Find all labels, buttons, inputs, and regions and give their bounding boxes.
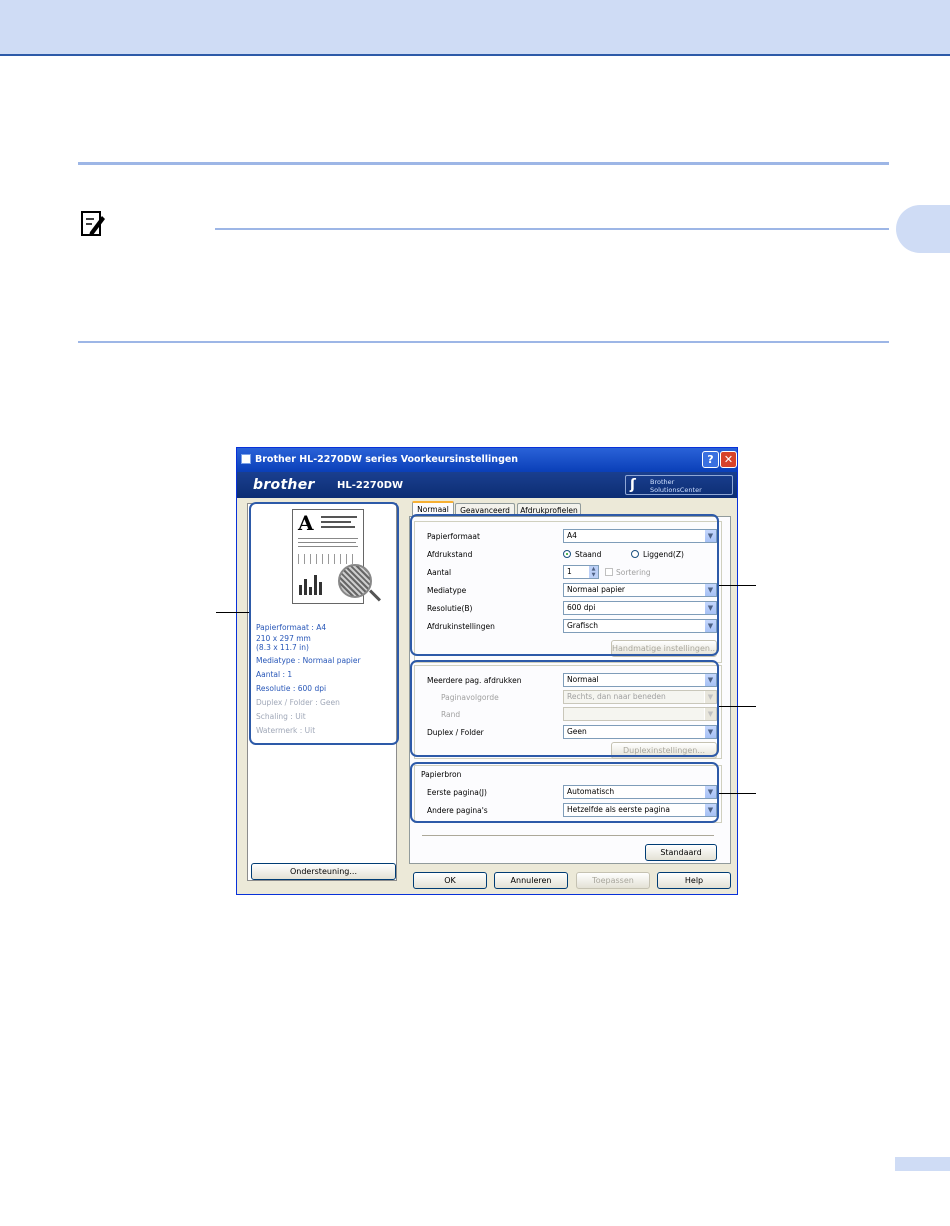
solutions-line2: SolutionsCenter bbox=[650, 486, 702, 494]
help-button[interactable]: Help bbox=[657, 872, 731, 889]
cancel-button[interactable]: Annuleren bbox=[494, 872, 568, 889]
page-number-tab bbox=[895, 1157, 950, 1171]
apply-button[interactable]: Toepassen bbox=[576, 872, 650, 889]
help-title-button[interactable]: ? bbox=[702, 451, 719, 468]
brother-banner: brother HL-2270DW ʃ Brother SolutionsCen… bbox=[237, 472, 737, 498]
solutions-line1: Brother bbox=[650, 478, 675, 486]
solutions-center-button[interactable]: ʃ Brother SolutionsCenter bbox=[625, 475, 733, 495]
callout-preview bbox=[249, 502, 399, 745]
callout-source bbox=[410, 762, 719, 823]
page-header-band bbox=[0, 0, 950, 56]
solutions-icon: ʃ bbox=[630, 477, 636, 493]
brand-logo: brother bbox=[253, 477, 315, 493]
dialog-titlebar: Brother HL-2270DW series Voorkeursinstel… bbox=[237, 448, 737, 472]
model-name: HL-2270DW bbox=[337, 480, 404, 491]
heading-rule bbox=[78, 162, 889, 165]
note-top-rule bbox=[215, 228, 889, 230]
dialog-title: Brother HL-2270DW series Voorkeursinstel… bbox=[255, 454, 519, 465]
printer-icon bbox=[241, 454, 251, 464]
chapter-side-tab bbox=[896, 205, 950, 253]
note-bottom-rule bbox=[78, 341, 889, 343]
leader-line-multipage bbox=[719, 706, 756, 707]
support-button[interactable]: Ondersteuning... bbox=[251, 863, 396, 880]
callout-multipage bbox=[410, 660, 719, 757]
leader-line-preview bbox=[216, 612, 249, 613]
ok-button[interactable]: OK bbox=[413, 872, 487, 889]
default-button[interactable]: Standaard bbox=[645, 844, 717, 861]
callout-basic bbox=[410, 514, 719, 656]
leader-line-source bbox=[719, 793, 756, 794]
defaults-divider bbox=[422, 835, 714, 836]
leader-line-basic bbox=[719, 585, 756, 586]
close-button[interactable]: ✕ bbox=[720, 451, 737, 468]
note-icon bbox=[81, 211, 105, 236]
